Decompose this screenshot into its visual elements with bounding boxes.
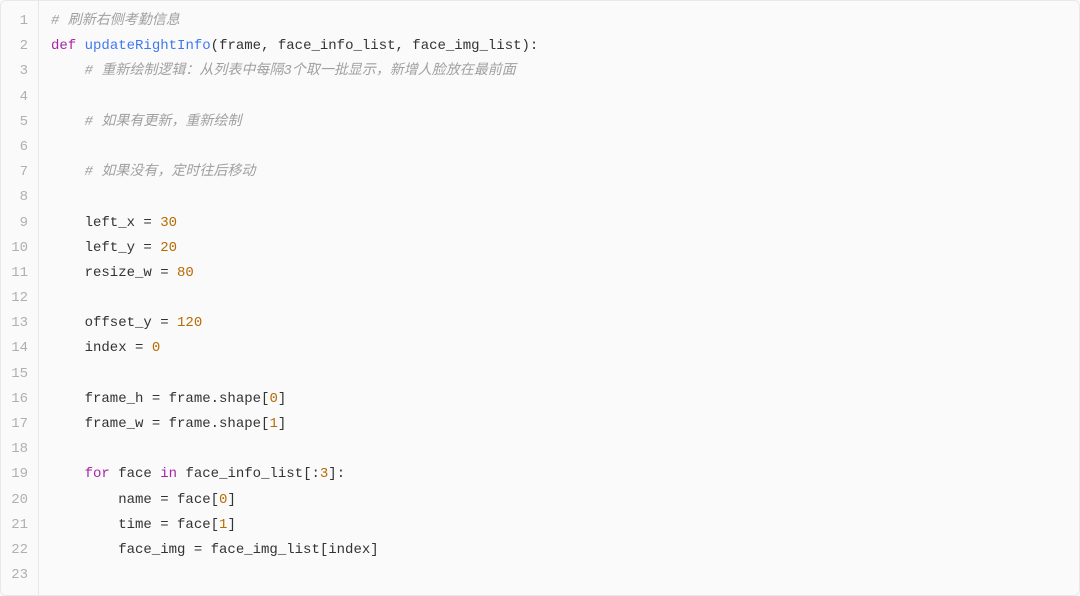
line-number-gutter: 1234567891011121314151617181920212223 <box>1 1 39 595</box>
code-line: # 如果没有，定时往后移动 <box>51 160 1079 185</box>
code-line: face_img = face_img_list[index] <box>51 538 1079 563</box>
code-line: # 如果有更新，重新绘制 <box>51 110 1079 135</box>
code-token: for <box>85 466 110 482</box>
code-token: # 如果有更新，重新绘制 <box>85 114 242 130</box>
line-number: 12 <box>1 286 38 311</box>
line-number: 20 <box>1 488 38 513</box>
line-number: 11 <box>1 261 38 286</box>
code-token: left_x = <box>51 215 160 231</box>
code-line <box>51 185 1079 210</box>
line-number: 22 <box>1 538 38 563</box>
code-token: left_y = <box>51 240 160 256</box>
code-token: # 重新绘制逻辑：从列表中每隔3个取一批显示，新增人脸放在最前面 <box>85 63 516 79</box>
code-token: name = face[ <box>51 492 219 508</box>
code-token: face_info_list[: <box>177 466 320 482</box>
line-number: 3 <box>1 59 38 84</box>
line-number: 4 <box>1 85 38 110</box>
code-line <box>51 563 1079 588</box>
code-line: name = face[0] <box>51 488 1079 513</box>
code-line: resize_w = 80 <box>51 261 1079 286</box>
line-number: 8 <box>1 185 38 210</box>
code-token: resize_w = <box>51 265 177 281</box>
code-token: 1 <box>269 416 277 432</box>
code-line: left_y = 20 <box>51 236 1079 261</box>
code-token: 120 <box>177 315 202 331</box>
code-line: time = face[1] <box>51 513 1079 538</box>
code-line <box>51 362 1079 387</box>
code-token <box>51 164 85 180</box>
code-token: ] <box>227 517 235 533</box>
code-token: frame, face_info_list, face_img_list <box>219 38 521 54</box>
code-token: 20 <box>160 240 177 256</box>
code-token: face <box>110 466 160 482</box>
code-token: ] <box>227 492 235 508</box>
code-token: ( <box>211 38 219 54</box>
line-number: 21 <box>1 513 38 538</box>
code-line: def updateRightInfo(frame, face_info_lis… <box>51 34 1079 59</box>
code-token: ): <box>522 38 539 54</box>
code-line <box>51 286 1079 311</box>
line-number: 9 <box>1 211 38 236</box>
code-line: # 刷新右侧考勤信息 <box>51 9 1079 34</box>
code-token: # 如果没有，定时往后移动 <box>85 164 256 180</box>
code-token <box>51 63 85 79</box>
line-number: 14 <box>1 336 38 361</box>
code-token: in <box>160 466 177 482</box>
line-number: 10 <box>1 236 38 261</box>
line-number: 6 <box>1 135 38 160</box>
line-number: 13 <box>1 311 38 336</box>
line-number: 16 <box>1 387 38 412</box>
code-token: def <box>51 38 76 54</box>
code-line: frame_h = frame.shape[0] <box>51 387 1079 412</box>
line-number: 15 <box>1 362 38 387</box>
line-number: 17 <box>1 412 38 437</box>
code-token: 80 <box>177 265 194 281</box>
code-token <box>76 38 84 54</box>
code-line <box>51 135 1079 160</box>
code-line <box>51 437 1079 462</box>
code-block: 1234567891011121314151617181920212223 # … <box>0 0 1080 596</box>
code-line: for face in face_info_list[:3]: <box>51 462 1079 487</box>
code-line: frame_w = frame.shape[1] <box>51 412 1079 437</box>
code-token: frame_h = frame.shape[ <box>51 391 269 407</box>
code-token: index = <box>51 340 152 356</box>
code-line: index = 0 <box>51 336 1079 361</box>
code-token: face_img = face_img_list[index] <box>51 542 379 558</box>
code-token: # 刷新右侧考勤信息 <box>51 13 180 29</box>
code-line: offset_y = 120 <box>51 311 1079 336</box>
line-number: 7 <box>1 160 38 185</box>
code-token: ] <box>278 391 286 407</box>
code-token <box>51 466 85 482</box>
code-line: # 重新绘制逻辑：从列表中每隔3个取一批显示，新增人脸放在最前面 <box>51 59 1079 84</box>
code-token: frame_w = frame.shape[ <box>51 416 269 432</box>
code-token: ]: <box>328 466 345 482</box>
line-number: 1 <box>1 9 38 34</box>
code-area: # 刷新右侧考勤信息 def updateRightInfo(frame, fac… <box>39 1 1079 595</box>
code-token: 0 <box>269 391 277 407</box>
code-token: updateRightInfo <box>85 38 211 54</box>
code-line <box>51 85 1079 110</box>
line-number: 23 <box>1 563 38 588</box>
line-number: 19 <box>1 462 38 487</box>
line-number: 5 <box>1 110 38 135</box>
code-token <box>51 114 85 130</box>
code-token: offset_y = <box>51 315 177 331</box>
code-line: left_x = 30 <box>51 211 1079 236</box>
code-token: 30 <box>160 215 177 231</box>
code-token: ] <box>278 416 286 432</box>
line-number: 2 <box>1 34 38 59</box>
line-number: 18 <box>1 437 38 462</box>
code-token: 0 <box>152 340 160 356</box>
code-token: time = face[ <box>51 517 219 533</box>
